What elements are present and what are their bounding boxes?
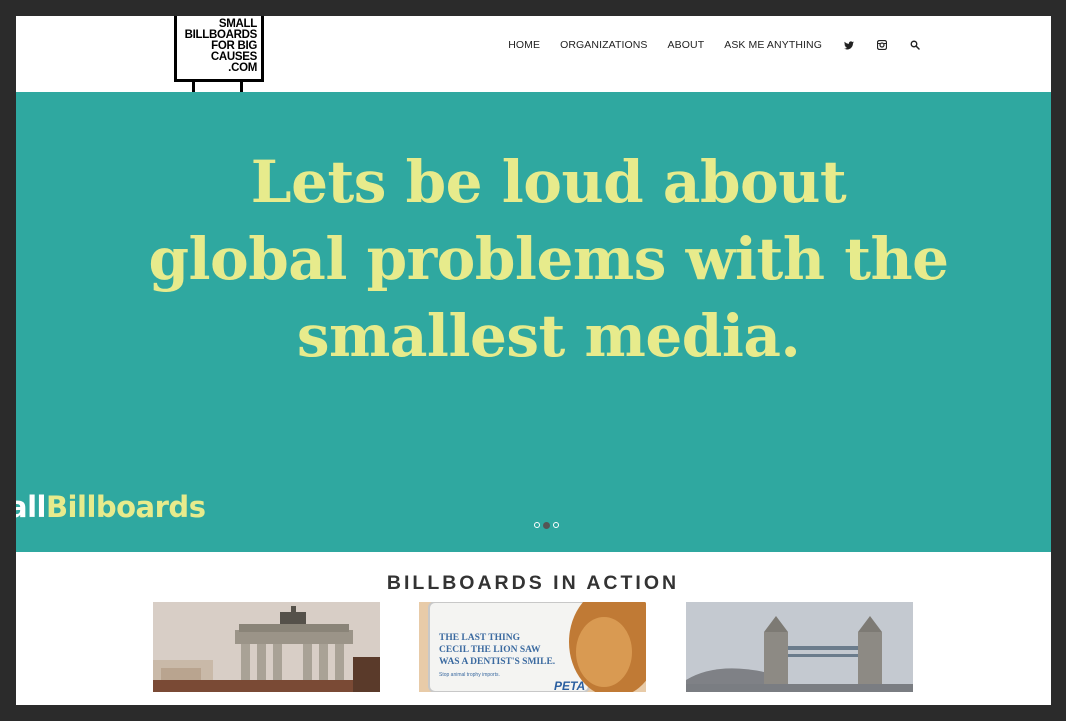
slide-dot-1[interactable] xyxy=(534,522,540,528)
peta-line-3: WAS A DENTIST'S SMILE. xyxy=(439,657,555,667)
headline-line: global problems with the xyxy=(148,225,949,293)
brandenburg-gate-image xyxy=(153,602,380,692)
peta-billboard-image: THE LAST THING CECIL THE LION SAW WAS A … xyxy=(419,602,646,692)
peta-line-1: THE LAST THING xyxy=(439,633,521,643)
peta-logo: PETA xyxy=(554,679,585,692)
peta-subline: Stop animal trophy imports. xyxy=(439,672,500,678)
slide-dot-3[interactable] xyxy=(553,522,559,528)
thumbnail-peta-billboard[interactable]: THE LAST THING CECIL THE LION SAW WAS A … xyxy=(419,602,646,692)
nav-ask-me-anything[interactable]: ASK ME ANYTHING xyxy=(724,39,822,51)
nav-home[interactable]: HOME xyxy=(508,39,540,51)
logo-line: .COM xyxy=(228,62,257,74)
instagram-icon[interactable] xyxy=(876,39,888,51)
hero-headline: Lets be loud about global problems with … xyxy=(16,144,1051,375)
nav-organizations[interactable]: ORGANIZATIONS xyxy=(560,39,647,51)
thumbnail-brandenburg-gate[interactable] xyxy=(153,602,380,692)
headline-line: smallest media. xyxy=(296,302,801,370)
slider-pagination xyxy=(534,521,559,529)
tower-bridge-image xyxy=(686,602,913,692)
site-logo[interactable]: SMALL BILLBOARDS FOR BIG CAUSES .COM xyxy=(174,16,264,82)
main-nav: HOME ORGANIZATIONS ABOUT ASK ME ANYTHING xyxy=(488,39,921,51)
search-icon[interactable] xyxy=(909,39,921,51)
hero-slider: Lets be loud about global problems with … xyxy=(16,92,1051,552)
hero-hashtag: allBillboards xyxy=(16,490,206,524)
header: SMALL BILLBOARDS FOR BIG CAUSES .COM HOM… xyxy=(16,16,1051,92)
nav-about[interactable]: ABOUT xyxy=(668,39,705,51)
twitter-icon[interactable] xyxy=(843,39,855,51)
headline-line: Lets be loud about xyxy=(250,148,847,216)
hashtag-white-part: all xyxy=(16,490,46,524)
logo-text: SMALL BILLBOARDS FOR BIG CAUSES .COM xyxy=(185,18,258,74)
thumbnail-tower-bridge[interactable] xyxy=(686,602,913,692)
slide-dot-2[interactable] xyxy=(543,521,550,529)
logo-post-right xyxy=(240,82,243,92)
peta-line-2: CECIL THE LION SAW xyxy=(439,645,541,655)
hashtag-yellow-part: Billboards xyxy=(45,490,206,524)
logo-post-left xyxy=(192,82,195,92)
section-title: BILLBOARDS IN ACTION xyxy=(386,572,680,594)
